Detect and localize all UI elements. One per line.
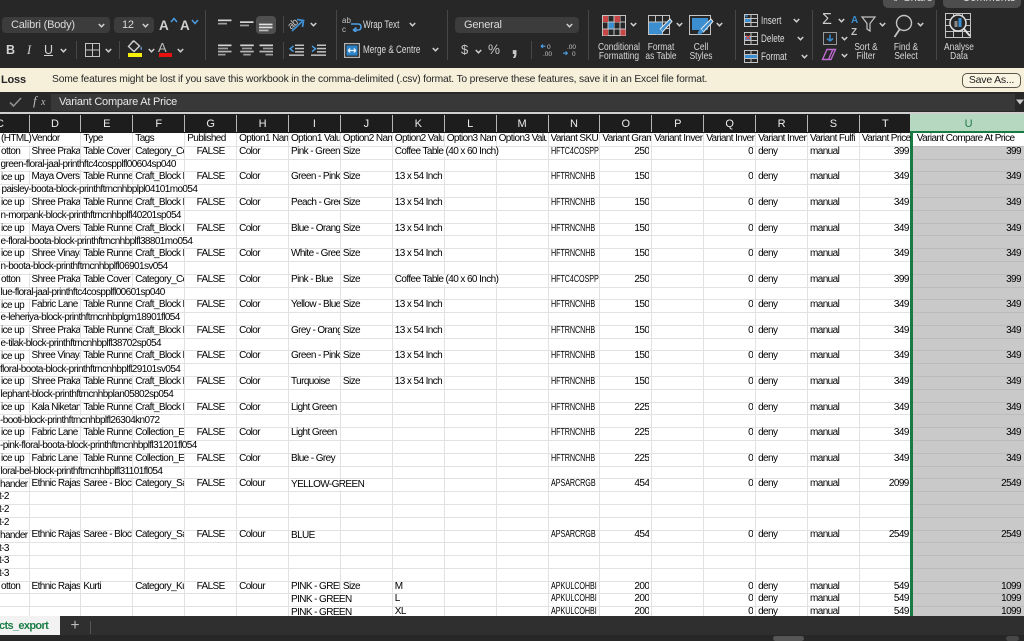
svg-text:Z: Z [851,27,857,38]
svg-text:.00: .00 [543,51,552,57]
svg-text:0: 0 [547,44,551,51]
svg-text:0: 0 [572,51,576,57]
svg-text:A: A [851,15,858,26]
svg-text:.00: .00 [567,44,576,51]
